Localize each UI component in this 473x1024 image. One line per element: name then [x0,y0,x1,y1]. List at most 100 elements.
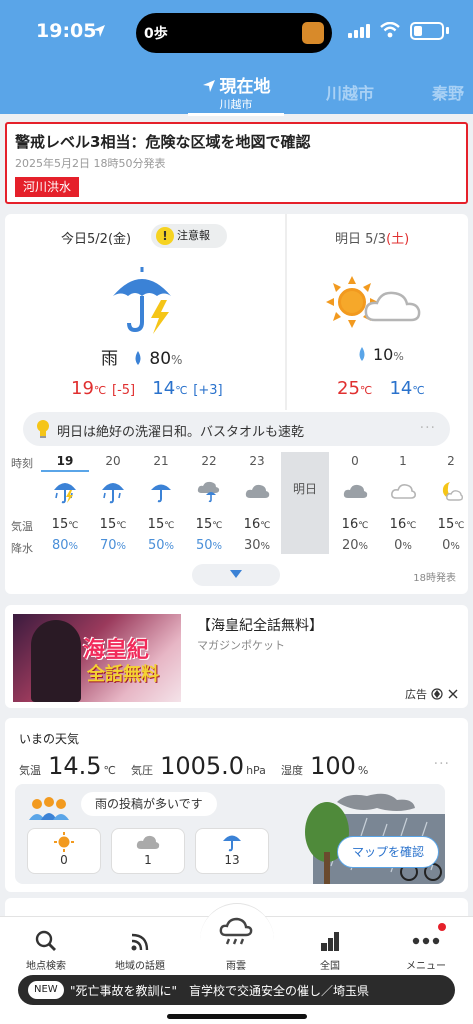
hour-rain: 50% [147,538,175,553]
today-temps: 19℃ [-5] 14℃ [+3] [71,378,223,399]
hour-rain: 80% [51,538,79,553]
nav-local-topics[interactable]: 地域の話題 [100,925,180,972]
hourly-column: 22 15℃ 50% [185,452,233,554]
expand-hourly-button[interactable] [192,564,280,586]
hour-rain: 0% [442,538,460,553]
forecast-card: 今日5/2(金) ! 注意報 雨 80% 19℃ [-5] 14℃ [+3] 明… [5,214,468,594]
nav-location-search[interactable]: 地点検索 [6,925,86,972]
current-pressure: 1005.0 [160,752,245,780]
advisory-label: 注意報 [177,229,210,242]
tab-hadano[interactable]: 秦野 [432,80,464,104]
rainy-post-count[interactable]: 13 [195,828,269,874]
menu-dots-icon [412,937,440,945]
hourly-column: 2 15℃ 0% [427,452,473,554]
hour-label: 0 [351,454,359,468]
hourly-column: 1 16℃ 0% [379,452,427,554]
tab-kawagoe[interactable]: 川越市 [326,80,374,104]
news-ticker[interactable]: NEW "死亡事故を教訓に" 盲学校で交通安全の催し／埼玉県 [18,975,455,1005]
dynamic-island: 0歩 [136,13,332,53]
today-forecast[interactable]: 今日5/2(金) ! 注意報 雨 80% 19℃ [-5] 14℃ [+3] [5,214,285,406]
hourly-column: 19 15℃ 80% [41,452,89,554]
nav-nationwide[interactable]: 全国 [290,925,370,972]
weather-cloud-light-icon [379,472,427,512]
issued-time: 18時発表 [413,573,456,584]
cloudy-post-count[interactable]: 1 [111,828,185,874]
nav-menu[interactable]: メニュー [386,923,466,972]
advisory-badge[interactable]: ! 注意報 [151,224,227,248]
hour-label: 20 [105,454,121,468]
raindrop-icon [359,347,365,361]
tomorrow-temps: 25℃ 14℃ [337,378,425,399]
hour-temp: 16℃ [341,517,369,532]
weather-cloud-icon [331,472,379,512]
tab-label: 現在地 [219,77,271,97]
lightbulb-icon [37,420,49,438]
search-icon [35,930,56,951]
hour-temp: 15℃ [51,517,79,532]
more-options-icon[interactable]: ··· [420,420,436,436]
hour-rain: 30% [243,538,271,553]
hour-temp: 15℃ [437,517,465,532]
hour-label: 19 [41,452,89,472]
weather-rain-thunder-icon [41,472,89,512]
location-tabs: 現在地 川越市 川越市 秦野 [0,66,473,116]
alert-exclamation-icon: ! [156,227,174,245]
active-tab-underline [188,113,284,116]
hour-temp: 16℃ [243,517,271,532]
sunny-post-count[interactable]: 0 [27,828,101,874]
notification-dot [438,923,446,931]
step-counter: 0歩 [144,26,168,42]
raindrop-icon [135,351,141,365]
ad-info-icon[interactable] [430,688,443,700]
rain-cloud-icon [219,917,253,945]
weather-cloud-icon [233,472,281,512]
posts-bubble: 雨の投稿が多いです [81,792,217,816]
current-temp: 14.5 [48,752,102,780]
hour-label: 2 [447,454,455,468]
warning-alert[interactable]: 警戒レベル3相当：危険な区域を地図で確認 2025年5月2日 18時50分発表 … [5,122,468,204]
tab-current-location[interactable]: 現在地 川越市 [188,72,284,116]
weather-moon-cloud-icon [427,472,473,512]
hour-label: 22 [201,454,217,468]
hour-rain: 20% [341,538,369,553]
view-map-button[interactable]: マップを確認 [337,836,440,868]
ad-label[interactable]: 広告 [405,686,458,702]
hour-row-label: 時刻 [11,457,33,470]
battery-icon [410,22,444,40]
laundry-tip[interactable]: 明日は絶好の洗濯日和。バスタオルも速乾 ··· [23,412,450,446]
close-icon[interactable] [448,689,458,699]
wifi-icon [380,22,400,38]
more-options-icon[interactable]: ··· [434,756,450,772]
hour-temp: 15℃ [147,517,175,532]
tomorrow-rain: 10% [357,345,404,364]
ad-image[interactable]: 海皇紀 全話無料 [13,614,181,702]
battery-tip [446,27,449,34]
today-date: 今日5/2(金) [61,232,132,247]
hour-rain: 70% [99,538,127,553]
location-arrow-icon [93,25,105,37]
ad-card[interactable]: 海皇紀 全話無料 【海皇紀全話無料】 マガジンポケット 広告 [5,605,468,708]
app-header: 19:05 0歩 現在地 川越市 川越市 秦野 [0,0,473,116]
nav-rain-radar[interactable]: 雨雲 [196,917,276,972]
tomorrow-forecast[interactable]: 明日 5/3(土) 10% 25℃ 14℃ [287,214,468,406]
hour-temp: 15℃ [99,517,127,532]
hour-label: 23 [249,454,265,468]
weather-cloud-umbrella-icon [185,472,233,512]
rain-row-label: 降水 [11,542,33,555]
hour-rain: 50% [195,538,223,553]
chevron-down-icon [230,570,242,578]
current-weather-card: いまの天気 気温 14.5 ℃ 気圧 1005.0 hPa 湿度 100% ··· … [5,718,468,892]
tomorrow-column-label: 明日 [292,482,317,496]
location-arrow-icon [202,80,215,92]
bottom-navigation: 地点検索 地域の話題 雨雲 全国 メニュー NEW "死亡事故を教訓に" 盲学校… [0,903,473,1024]
weather-rain-icon [89,472,137,512]
new-badge: NEW [28,981,64,999]
home-indicator [167,1014,307,1019]
current-weather-values: 気温 14.5 ℃ 気圧 1005.0 hPa 湿度 100% [19,752,369,780]
cloud-icon [136,835,160,849]
broadcast-icon [131,933,149,951]
ad-image-subtitle: 全話無料 [87,664,159,685]
people-icon [29,797,69,820]
alert-date: 2025年5月2日 18時50分発表 [15,157,166,170]
status-time: 19:05 [36,20,97,42]
